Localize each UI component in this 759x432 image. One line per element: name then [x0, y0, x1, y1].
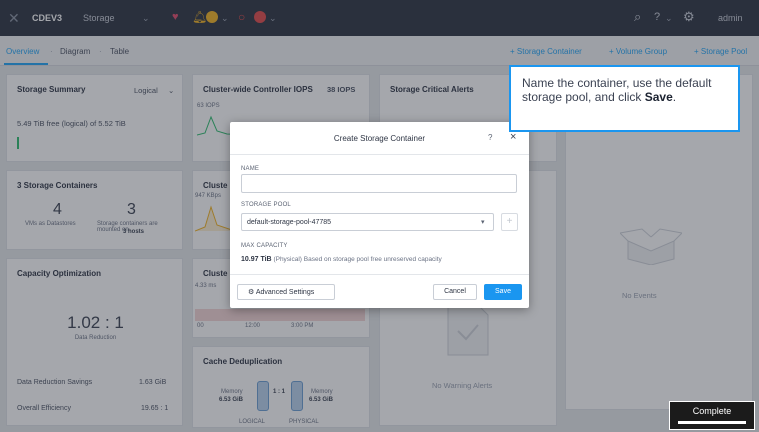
- dialog-title: Create Storage Container: [333, 134, 426, 143]
- complete-button[interactable]: Complete: [669, 401, 755, 430]
- storage-pool-value[interactable]: default-storage-pool-47785: [247, 219, 331, 226]
- gear-icon: ⚙: [248, 289, 255, 296]
- divider: [230, 274, 529, 275]
- max-capacity-value: 10.97 TiB: [241, 256, 272, 263]
- advanced-settings-button[interactable]: ⚙ Advanced Settings: [237, 284, 335, 300]
- callout-end: .: [672, 90, 677, 104]
- max-capacity-desc: (Physical) Based on storage pool free un…: [273, 256, 442, 263]
- add-pool-button[interactable]: +: [501, 213, 518, 231]
- callout-bold: Save: [644, 90, 673, 104]
- progress-bar: [678, 421, 746, 424]
- name-field[interactable]: [241, 174, 517, 193]
- callout-text: Name the container, use the default stor…: [522, 76, 712, 104]
- divider: [230, 154, 529, 155]
- max-capacity-label: MAX CAPACITY: [241, 243, 288, 249]
- advanced-settings-label: Advanced Settings: [255, 289, 315, 296]
- save-button[interactable]: Save: [484, 284, 522, 300]
- storage-pool-label: STORAGE POOL: [241, 202, 291, 208]
- tutorial-callout: Name the container, use the default stor…: [509, 65, 740, 132]
- chevron-down-icon[interactable]: ▾: [481, 218, 485, 226]
- cancel-button[interactable]: Cancel: [433, 284, 477, 300]
- max-capacity-text: 10.97 TiB (Physical) Based on storage po…: [241, 256, 442, 263]
- name-label: NAME: [241, 166, 260, 172]
- help-icon[interactable]: ?: [488, 133, 492, 142]
- complete-label: Complete: [692, 406, 732, 416]
- create-storage-container-dialog: Create Storage Container ? × NAME STORAG…: [230, 122, 529, 308]
- close-icon[interactable]: ×: [510, 131, 516, 143]
